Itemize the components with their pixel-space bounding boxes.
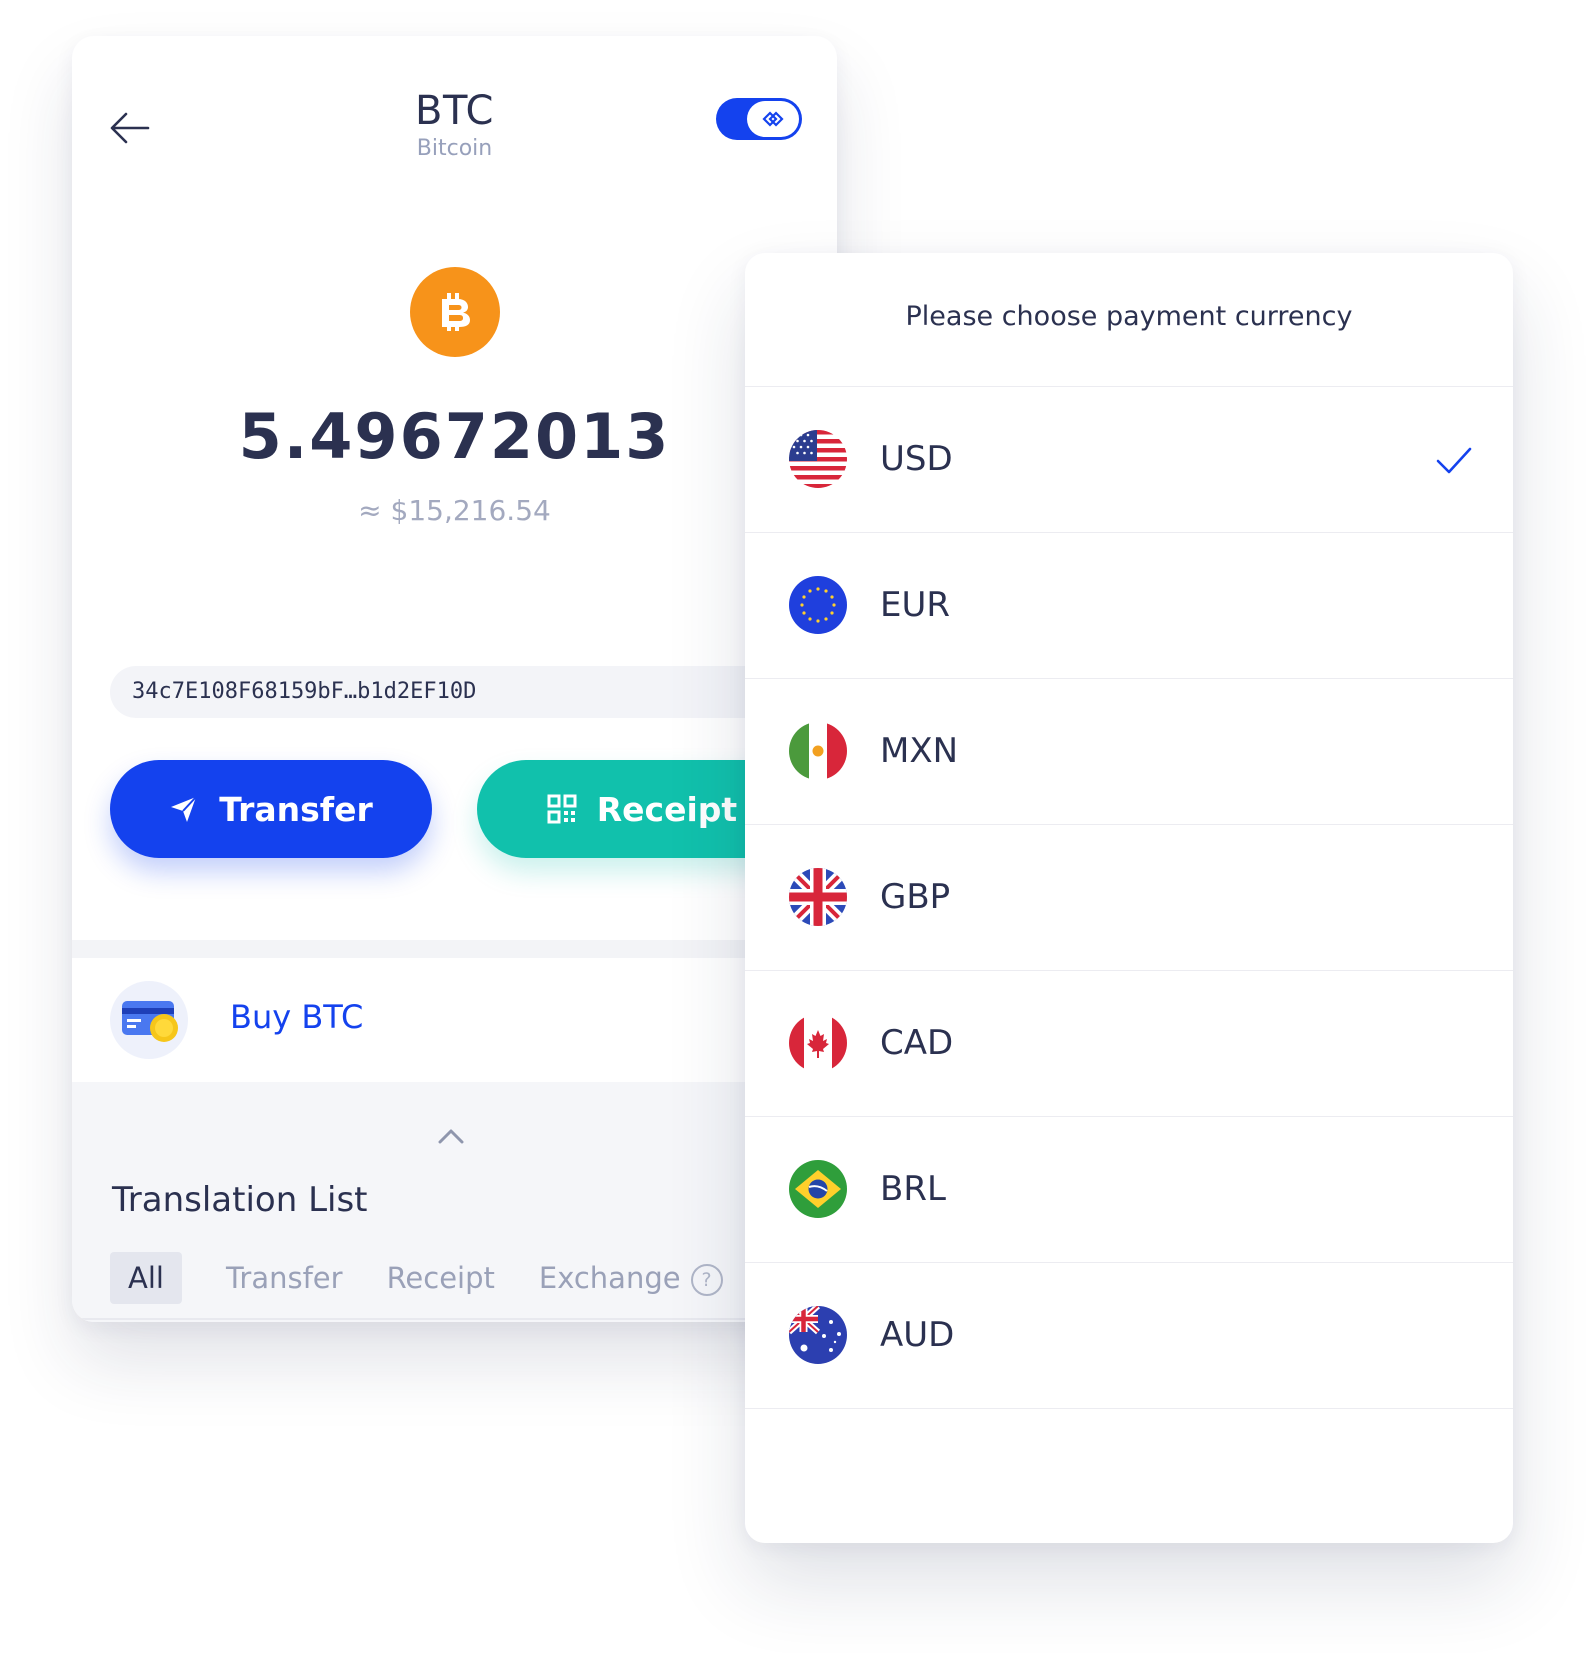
transaction-tabs: All Transfer Receipt Exchange? — [110, 1252, 767, 1304]
paper-plane-icon — [171, 796, 197, 822]
currency-row-brl[interactable]: BRL — [745, 1117, 1513, 1263]
coin-subtitle: Bitcoin — [416, 136, 493, 161]
network-toggle[interactable] — [716, 98, 802, 140]
help-icon[interactable]: ? — [690, 1264, 723, 1296]
link-icon — [762, 111, 784, 127]
credit-card-coin-icon — [110, 981, 188, 1059]
currency-row-usd[interactable]: USD — [745, 387, 1513, 533]
currency-row-mxn[interactable]: MXN — [745, 679, 1513, 825]
currency-code: USD — [880, 439, 953, 479]
currency-row-cad[interactable]: CAD — [745, 971, 1513, 1117]
coin-balance: 5.49672013 — [238, 400, 671, 473]
transaction-list-title: Translation List — [112, 1180, 368, 1220]
checkmark-icon — [1436, 447, 1472, 474]
chevron-up-icon[interactable] — [436, 1126, 466, 1146]
currency-code: MXN — [880, 731, 959, 771]
sheet-title: Please choose payment currency — [905, 301, 1353, 332]
mx-flag-icon — [789, 722, 847, 780]
toggle-knob — [747, 101, 799, 137]
us-flag-icon — [789, 430, 847, 488]
currency-picker-sheet: Please choose payment currency USD EUR M… — [745, 253, 1513, 1543]
tab-underline-divider — [72, 1318, 837, 1320]
currency-code: AUD — [880, 1315, 955, 1355]
currency-code: CAD — [880, 1023, 954, 1063]
bitcoin-symbol-icon — [442, 293, 470, 331]
tab-all[interactable]: All — [110, 1252, 182, 1304]
fiat-balance: ≈ $15,216.54 — [358, 494, 551, 527]
currency-code: EUR — [880, 585, 950, 625]
currency-row-aud[interactable]: AUD — [745, 1263, 1513, 1409]
wallet-card: BTC Bitcoin 5.49672013 ≈ $15,216.54 34c7… — [72, 36, 837, 1322]
currency-code: BRL — [880, 1169, 946, 1209]
currency-list: USD EUR MXN GBP CAD BRL AUD — [745, 386, 1513, 1409]
section-divider — [72, 940, 837, 958]
br-flag-icon — [789, 1160, 847, 1218]
bitcoin-logo-icon — [410, 267, 500, 357]
gb-flag-icon — [789, 868, 847, 926]
qr-code-icon — [547, 794, 577, 824]
buy-btc-label: Buy BTC — [230, 998, 364, 1036]
ca-flag-icon — [789, 1014, 847, 1072]
transaction-section: Translation List All Transfer Receipt Ex… — [72, 1082, 837, 1322]
tab-exchange[interactable]: Exchange? — [539, 1252, 723, 1304]
tab-transfer[interactable]: Transfer — [226, 1252, 343, 1304]
tab-exchange-label: Exchange — [538, 1261, 681, 1295]
buy-btc-row[interactable]: Buy BTC — [72, 958, 837, 1082]
currency-row-eur[interactable]: EUR — [745, 533, 1513, 679]
currency-row-gbp[interactable]: GBP — [745, 825, 1513, 971]
transfer-button[interactable]: Transfer — [110, 760, 432, 858]
transfer-label: Transfer — [219, 789, 373, 829]
receipt-label: Receipt — [596, 789, 738, 829]
wallet-address[interactable]: 34c7E108F68159bF…b1d2EF10D — [110, 666, 837, 718]
currency-code: GBP — [880, 877, 951, 917]
eu-flag-icon — [789, 576, 847, 634]
au-flag-icon — [789, 1306, 847, 1364]
tab-receipt[interactable]: Receipt — [387, 1252, 495, 1304]
